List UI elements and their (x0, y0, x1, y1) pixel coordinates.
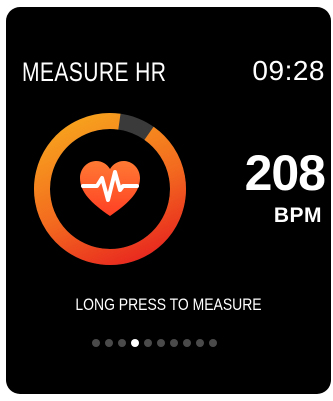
measure-hint: LONG PRESS TO MEASURE (75, 295, 262, 314)
page-dot[interactable] (92, 339, 100, 347)
bpm-unit: BPM (273, 204, 322, 227)
page-indicator[interactable] (92, 339, 217, 347)
watch-screen: MEASURE HR 09:28 208 BPM LONG PRESS TO M… (6, 7, 331, 394)
page-dot[interactable] (170, 339, 178, 347)
clock-time: 09:28 (252, 55, 325, 86)
heart-rate-ring[interactable] (31, 110, 189, 268)
page-dot[interactable] (144, 339, 152, 347)
page-dot[interactable] (118, 339, 126, 347)
page-dot[interactable] (196, 339, 204, 347)
page-dot[interactable] (183, 339, 191, 347)
screen-title: MEASURE HR (22, 57, 167, 87)
page-dot[interactable] (209, 339, 217, 347)
page-dot[interactable] (157, 339, 165, 347)
page-dot[interactable] (105, 339, 113, 347)
bpm-value: 208 (244, 145, 326, 201)
page-dot[interactable] (131, 339, 139, 347)
